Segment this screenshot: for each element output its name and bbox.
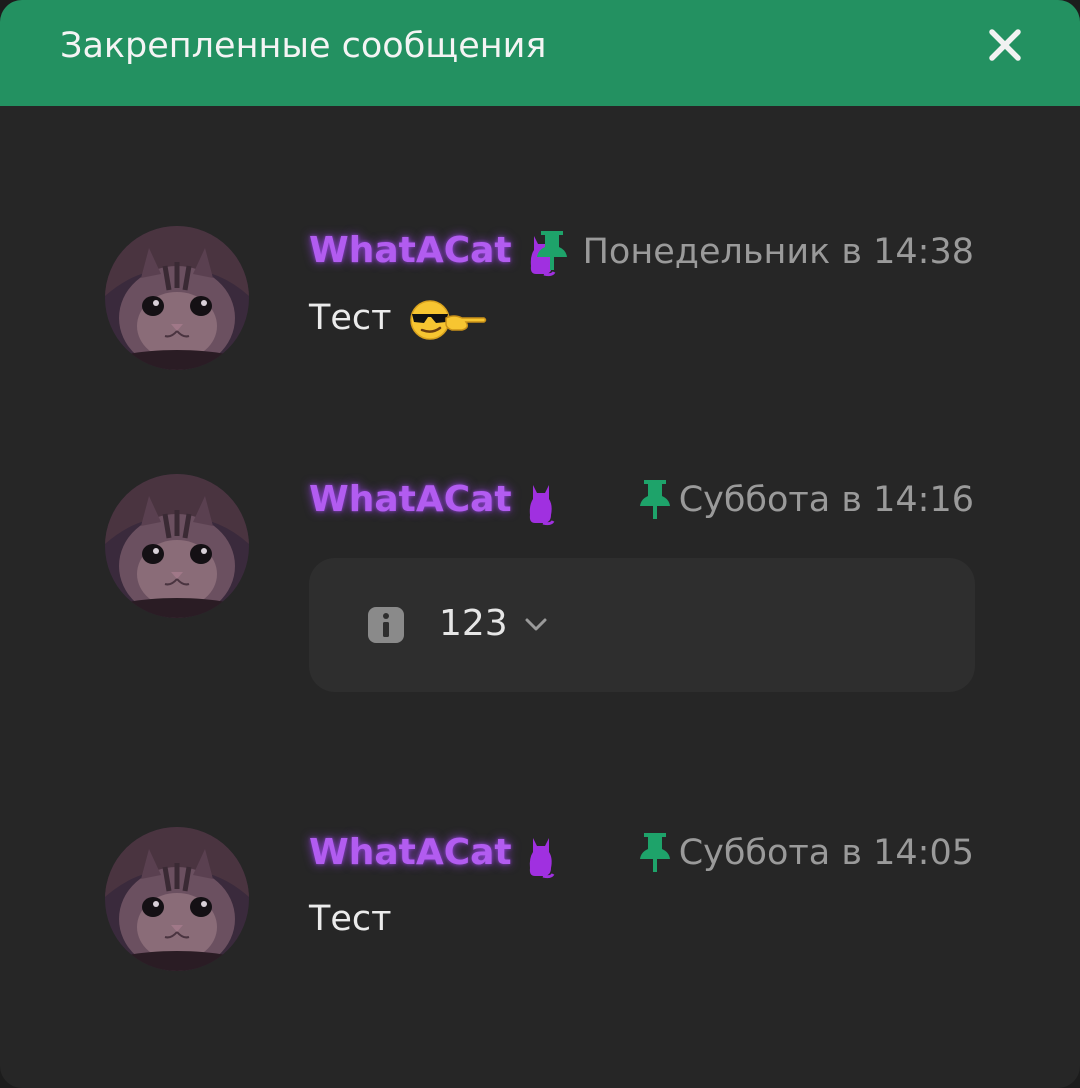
message-time: Суббота в 14:16 [678, 480, 974, 520]
message-time: Понедельник в 14:38 [582, 232, 974, 272]
cat-avatar-image [105, 226, 249, 370]
cool-pointing-smiley-icon [406, 298, 488, 342]
author-name[interactable]: WhatACat [309, 478, 512, 522]
close-icon [989, 29, 1021, 61]
avatar[interactable] [105, 827, 249, 971]
message-text: Тест [309, 298, 392, 338]
panel-header: Закрепленные сообщения [0, 0, 1080, 106]
poll-card[interactable]: 123 [309, 558, 975, 692]
panel-title: Закрепленные сообщения [60, 26, 547, 66]
chevron-down-icon[interactable] [523, 614, 549, 634]
message-text: Тест [309, 899, 392, 939]
cat-avatar-image [105, 474, 249, 618]
avatar[interactable] [105, 474, 249, 618]
pin-icon [638, 831, 672, 873]
close-button[interactable] [980, 20, 1030, 70]
pinned-messages-panel: Закрепленные сообщения WhatACat Понедель… [0, 0, 1080, 1088]
cat-icon [527, 481, 555, 527]
author-name[interactable]: WhatACat [309, 831, 512, 875]
cat-avatar-image [105, 827, 249, 971]
info-icon [367, 606, 405, 644]
cat-icon [527, 834, 555, 880]
pin-icon [638, 478, 672, 520]
pin-icon [535, 229, 569, 271]
message-time: Суббота в 14:05 [678, 833, 974, 873]
author-name[interactable]: WhatACat [309, 229, 512, 273]
avatar[interactable] [105, 226, 249, 370]
poll-value: 123 [439, 603, 508, 644]
